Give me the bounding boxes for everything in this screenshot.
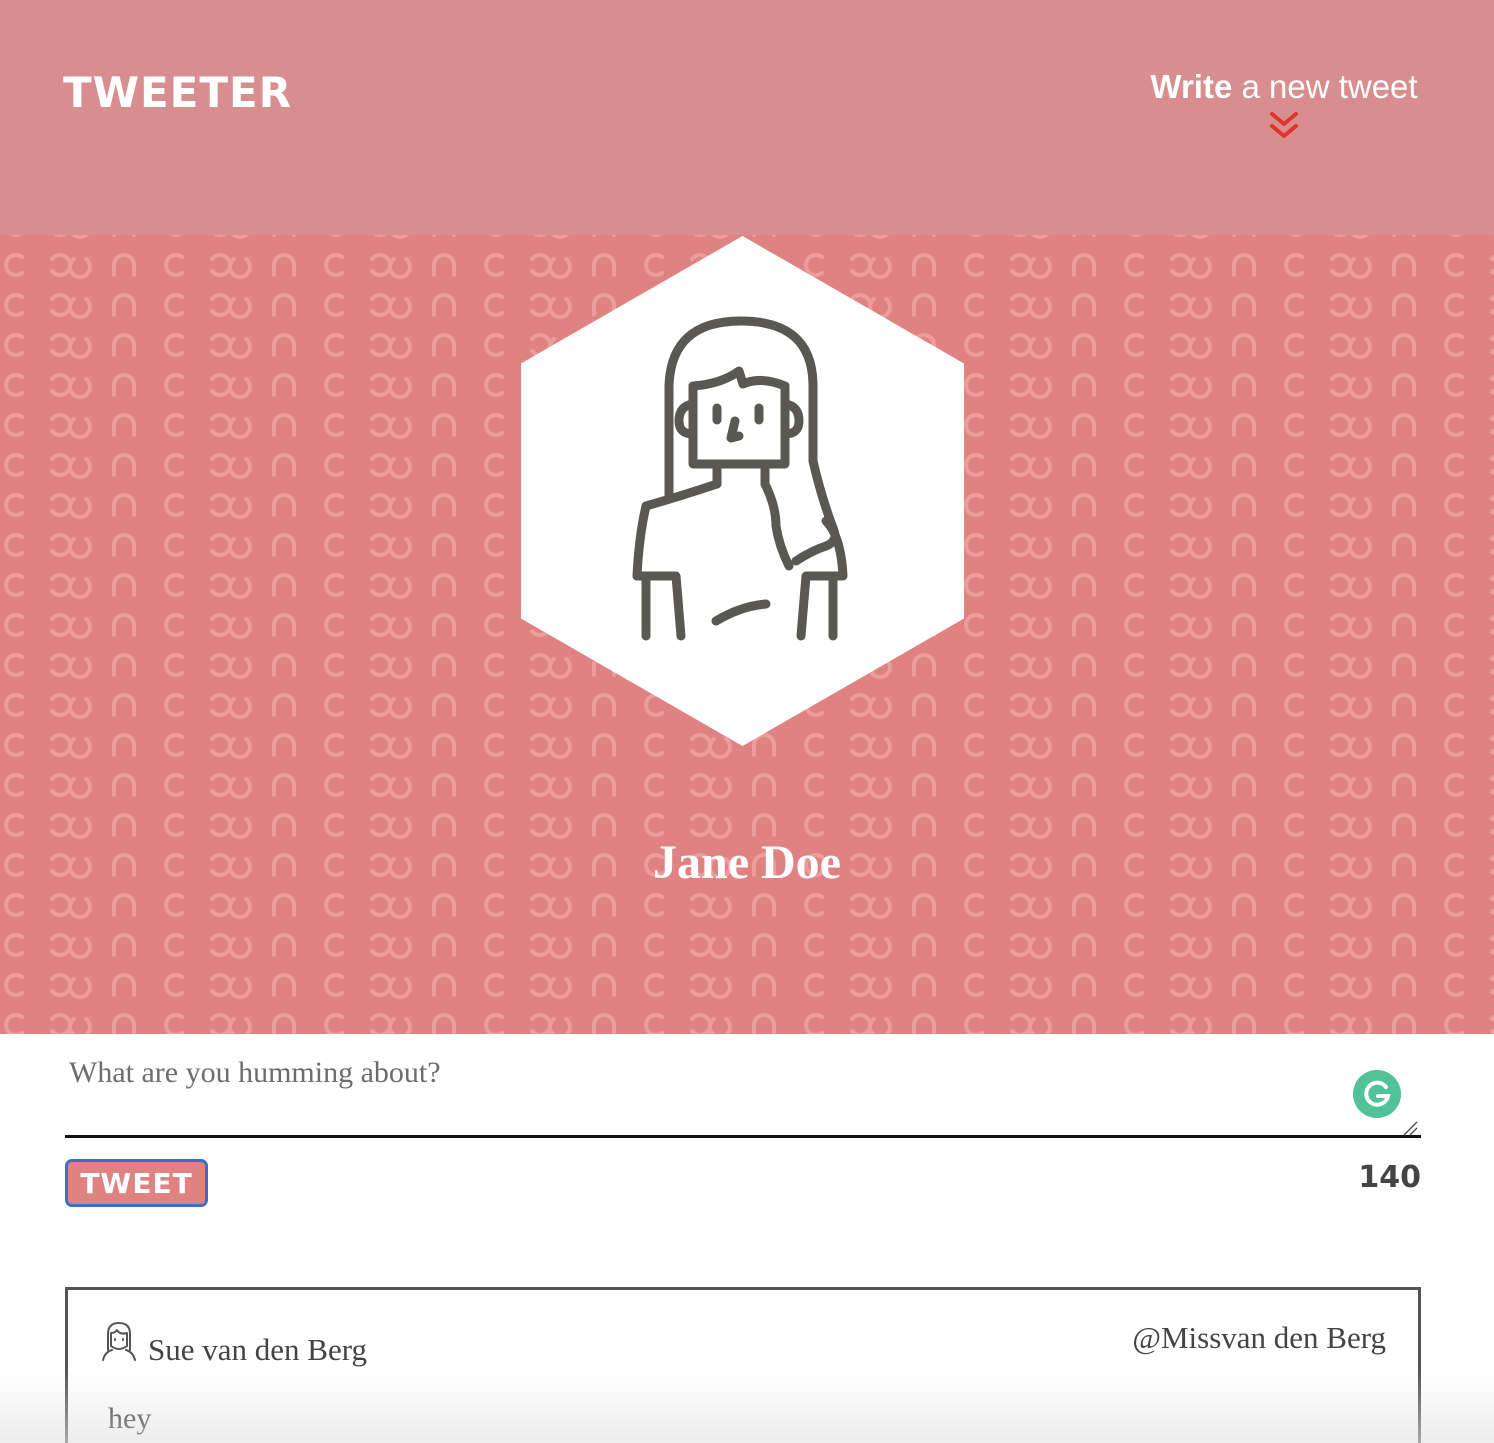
write-new-tweet-link[interactable]: Write a new tweet — [1144, 68, 1424, 142]
compose-bold-text: Write — [1150, 68, 1233, 105]
profile-display-name: Jane Doe — [653, 836, 841, 889]
grammarly-g-icon[interactable] — [1353, 1070, 1401, 1118]
character-counter: 140 — [1358, 1160, 1421, 1195]
tweet-card: Sue van den Berg @Missvan den Berg hey — [65, 1287, 1421, 1443]
write-new-tweet-label: Write a new tweet — [1144, 68, 1424, 106]
resize-grip-icon[interactable] — [1401, 1120, 1419, 1136]
avatar-frame — [521, 236, 964, 746]
tweet-button[interactable]: TWEET — [65, 1159, 208, 1207]
tweet-content: hey — [108, 1402, 152, 1435]
tweet-author-name: Sue van den Berg — [148, 1332, 367, 1367]
profile-header: Jane Doe — [0, 235, 1494, 1034]
tweet-author-handle: @Missvan den Berg — [1132, 1320, 1386, 1355]
woman-avatar-icon — [102, 1322, 136, 1361]
tweet-composer: TWEET 140 — [65, 1034, 1421, 1214]
double-chevron-down-icon[interactable] — [1268, 110, 1300, 142]
compose-rest-text: a new tweet — [1232, 68, 1418, 105]
tweet-textarea[interactable] — [65, 1034, 1421, 1138]
brand-logo[interactable]: TWEETER — [63, 68, 292, 117]
top-nav: TWEETER Write a new tweet — [0, 0, 1494, 235]
